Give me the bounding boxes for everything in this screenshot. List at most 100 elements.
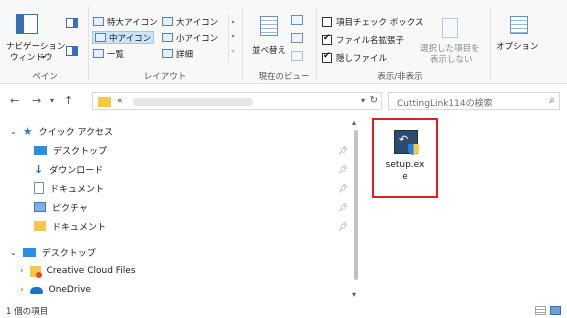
pin-icon[interactable]: 📌︎ [338,165,348,174]
sidebar-item-label: ドキュメント [50,184,105,195]
star-icon: ★ [22,124,33,138]
hidden-files-box [322,51,332,63]
details-pane-icon[interactable] [66,46,78,56]
navigation-pane: ⌄ ★ クイック アクセス デスクトップ ↓ ダウンロード ドキュメント ピクチ… [0,118,362,304]
sort-icon [260,16,278,36]
details-icon [162,49,173,58]
options-button[interactable]: オプション [494,12,544,62]
sidebar-item-label: ダウンロード [49,165,104,176]
desktop-icon [34,145,47,155]
chevron-down-icon: ⌄ [10,126,17,136]
item-count: 1 個の項目 [6,307,49,317]
pin-icon[interactable]: 📌︎ [338,203,348,212]
layout-large-label: 大アイコン [176,17,219,28]
pin-icon[interactable]: 📌︎ [338,184,348,193]
layout-list[interactable]: 一覧 [93,47,124,60]
layout-details[interactable]: 詳細 [162,47,193,60]
document-icon [34,182,44,194]
sidebar-item-documents[interactable]: ドキュメント [34,179,104,197]
ribbon: ナビゲーション ウィンドウ ▾ ペイン 特大アイコン 大アイコン 中アイコン 小… [0,0,567,84]
sidebar-item-label: OneDrive [48,285,91,295]
chevron-right-icon: › [20,266,24,276]
list-icon [93,49,104,58]
ribbon-separator [316,6,317,80]
ribbon-separator [490,6,491,80]
pin-icon[interactable]: 📌︎ [338,146,348,155]
layout-list-label: 一覧 [107,49,125,60]
sort-label: 並べ替え [252,46,287,56]
sidebar-item-onedrive[interactable]: › OneDrive [20,281,91,299]
desktop-icon [22,247,36,257]
recent-dropdown-icon[interactable]: ▾ [50,96,54,105]
scroll-up-icon[interactable]: ▴ [352,118,356,127]
hide-selected-label: 選択した項目を [420,44,480,54]
layout-extra-large-label: 特大アイコン [107,17,158,28]
add-columns-icon[interactable] [291,33,303,43]
up-arrow-icon[interactable]: ↑ [64,94,73,107]
size-columns-icon[interactable] [291,51,303,61]
item-checkbox-toggle[interactable]: 項目チェック ボックス [322,16,423,28]
hidden-files-toggle[interactable]: 隠しファイル [322,51,387,64]
search-icon[interactable]: ⌕ [549,95,555,106]
sidebar-item-label: ドキュメント [52,222,107,233]
sidebar-item-label: ピクチャ [52,203,88,214]
address-bar-row: ← → ▾ ↑ « ▾ ↻ CuttingLink114の検索 ⌕ [0,90,567,112]
sidebar-item-desktop-root[interactable]: ⌄ デスクトップ [10,243,96,261]
sidebar-item-pictures[interactable]: ピクチャ [34,198,88,216]
item-checkbox-label: 項目チェック ボックス [336,18,424,28]
scrollbar-thumb[interactable] [354,130,358,280]
scroll-down-icon[interactable]: ▾ [352,290,356,299]
ribbon-separator [88,6,89,80]
sidebar-item-documents-folder[interactable]: ドキュメント [34,217,106,235]
status-bar: 1 個の項目 [0,304,567,318]
layout-medium-icons[interactable]: 中アイコン [92,31,155,44]
file-extensions-label: ファイル名拡張子 [336,36,405,46]
file-list-area: ↶ setup.ex e [362,118,567,304]
group-by-icon[interactable] [291,15,303,25]
file-name-line2: e [402,172,408,182]
file-item-setup[interactable]: ↶ setup.ex e [372,118,438,198]
sidebar-item-desktop[interactable]: デスクトップ [34,141,107,159]
sidebar-item-creative-cloud[interactable]: › Creative Cloud Files [20,262,136,280]
refresh-icon[interactable]: ↻ [370,95,378,106]
large-icons-icon [162,17,173,26]
layout-large-icons[interactable]: 大アイコン [162,15,218,28]
pin-icon[interactable]: 📌︎ [338,222,348,231]
file-name-line1: setup.ex [385,160,425,170]
back-arrow-icon[interactable]: ← [10,94,19,107]
layout-small-icons[interactable]: 小アイコン [162,31,218,44]
ribbon-separator [242,6,243,80]
sidebar-item-label: Creative Cloud Files [46,266,136,276]
nav-pane-label-2: ウィンドウ [10,53,53,63]
address-dropdown-icon[interactable]: ▾ [361,96,365,105]
large-icons-view-icon[interactable] [550,306,561,315]
details-view-icon[interactable] [535,306,546,315]
sidebar-item-label: デスクトップ [53,146,108,157]
layout-extra-large-icons[interactable]: 特大アイコン [93,15,158,28]
nav-pane-label: ナビゲーション [6,42,66,52]
current-view-group-label: 現在のビュー [258,72,310,82]
address-input[interactable]: « ▾ ↻ [92,92,382,110]
layout-details-label: 詳細 [176,49,194,60]
hide-selected-button[interactable]: 選択した項目を 表示しない [420,12,484,68]
navigation-scrollbar[interactable]: ▴ ▾ [350,118,362,304]
search-input[interactable]: CuttingLink114の検索 ⌕ [388,92,560,110]
preview-pane-icon[interactable] [66,18,78,28]
sidebar-item-quick-access[interactable]: ⌄ ★ クイック アクセス [10,122,113,140]
chevron-down-icon: ⌄ [10,247,17,257]
file-extensions-box [322,33,332,45]
chevron-down-icon: ▾ [42,54,46,61]
sort-button[interactable]: 並べ替え [250,12,292,62]
nav-pane-button[interactable]: ナビゲーション ウィンドウ ▾ [6,14,65,68]
layout-scroll[interactable]: ▴ ▾ ▿ [228,14,237,62]
forward-arrow-icon[interactable]: → [32,94,41,107]
file-extensions-toggle[interactable]: ファイル名拡張子 [322,33,405,46]
sidebar-item-downloads[interactable]: ↓ ダウンロード [34,160,103,178]
shield-icon [408,144,419,155]
installer-icon: ↶ [394,130,419,155]
layout-medium-label: 中アイコン [109,33,152,44]
item-checkbox-box [322,17,332,27]
extra-large-icons-icon [93,17,104,26]
pictures-icon [34,202,46,212]
medium-icons-icon [95,33,106,42]
